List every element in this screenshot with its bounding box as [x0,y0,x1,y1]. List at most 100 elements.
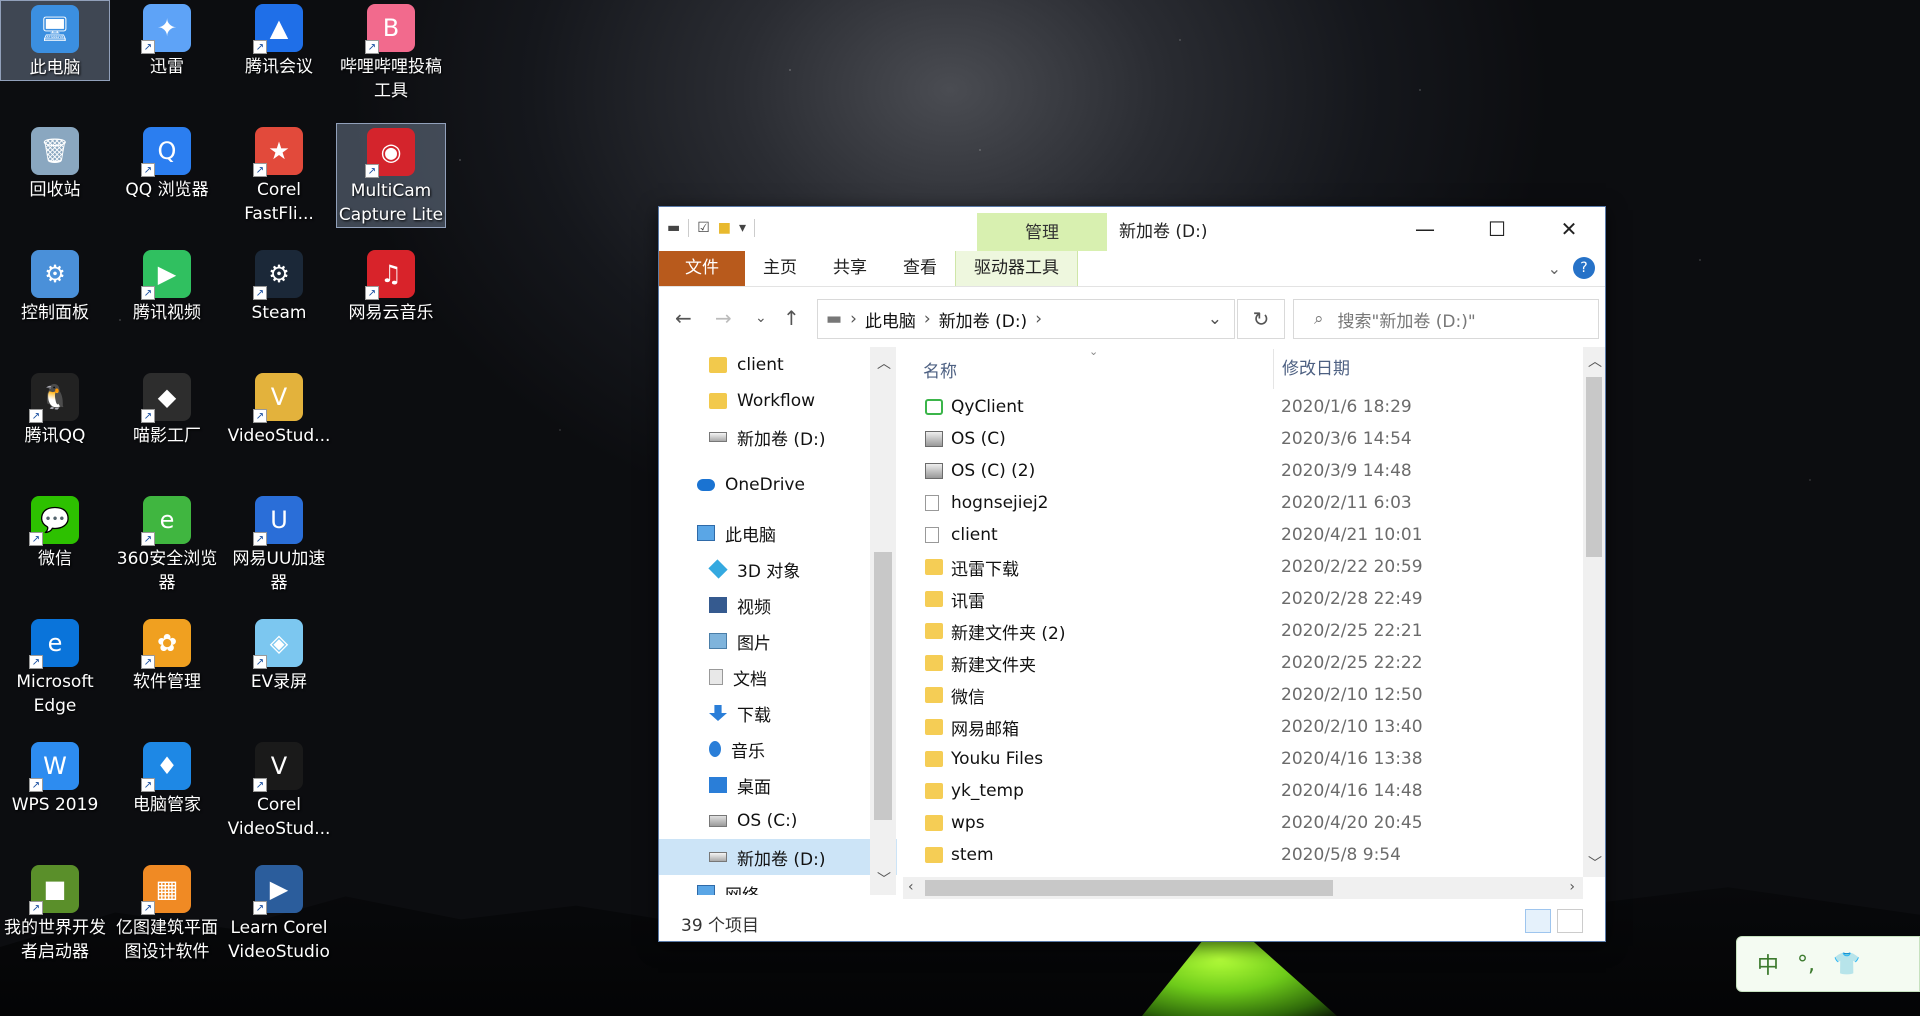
nav-item[interactable]: 新加卷 (D:) [659,839,897,875]
desktop-icon-control-panel[interactable]: ⚙ 控制面板 [0,246,110,325]
expand-ribbon-icon[interactable]: ⌄ [1548,259,1561,278]
desktop-icon-filmora[interactable]: ◆ ↗ 喵影工厂 [112,369,222,448]
tab-home[interactable]: 主页 [745,251,815,286]
nav-item[interactable]: Workflow [659,383,897,419]
ime-language-toggle[interactable]: 中 [1757,948,1779,980]
desktop-icon-corel-videostudio[interactable]: V ↗ Corel VideoStud... [224,738,334,841]
nav-item[interactable]: 图片 [659,623,897,659]
horizontal-scrollbar[interactable]: ‹ › [903,877,1583,899]
nav-item[interactable]: 桌面 [659,767,897,803]
file-row[interactable]: 新建文件夹 2020/2/25 22:22 [903,647,1583,679]
desktop-icon-multicam[interactable]: ◉ ↗ MultiCam Capture Lite [336,123,446,228]
desktop-icon-recycle-bin[interactable]: 🗑 回收站 [0,123,110,202]
file-row[interactable]: QyClient 2020/1/6 18:29 [903,391,1583,423]
nav-item[interactable]: 3D 对象 [659,551,897,587]
close-button[interactable]: ✕ [1533,207,1605,251]
tab-share[interactable]: 共享 [815,251,885,286]
desktop-icon-uu-booster[interactable]: U ↗ 网易UU加速 器 [224,492,334,595]
scrollbar-thumb[interactable] [925,880,1333,896]
ime-toolbar[interactable]: 中 °, 👕 [1736,936,1920,992]
nav-item[interactable]: 下载 [659,695,897,731]
desktop-icon-learn-videostudio[interactable]: ▶ ↗ Learn Corel VideoStudio [224,861,334,964]
properties-icon[interactable]: ☑ [697,220,710,236]
breadcrumb-this-pc[interactable]: 此电脑 [865,307,916,332]
desktop-icon-ev-recorder[interactable]: ◈ ↗ EV录屏 [224,615,334,694]
refresh-icon[interactable]: ↻ [1237,299,1285,339]
file-row[interactable]: yk_temp 2020/4/16 14:48 [903,775,1583,807]
nav-item[interactable]: 网络 [659,875,897,895]
maximize-button[interactable]: ☐ [1461,207,1533,251]
breadcrumb-drive-d[interactable]: 新加卷 (D:) [939,307,1028,332]
desktop-icon-minecraft[interactable]: ■ ↗ 我的世界开发 者启动器 [0,861,110,964]
file-row[interactable]: 微信 2020/2/10 12:50 [903,679,1583,711]
customize-toolbar-icon[interactable]: ▾ [739,220,746,236]
nav-item[interactable]: client [659,347,897,383]
scrollbar-thumb[interactable] [874,552,892,820]
desktop-icon-xunlei[interactable]: ✦ ↗ 迅雷 [112,0,222,79]
nav-item[interactable]: 视频 [659,587,897,623]
nav-item[interactable]: 音乐 [659,731,897,767]
desktop-icon-steam[interactable]: ⚙ ↗ Steam [224,246,334,325]
help-icon[interactable]: ? [1573,257,1595,279]
desktop-icon-bilibili[interactable]: B ↗ 哔哩哔哩投稿 工具 [336,0,446,103]
file-row[interactable]: 讯雷 2020/2/28 22:49 [903,583,1583,615]
new-folder-icon[interactable]: ■ [718,220,731,236]
nav-item[interactable]: 此电脑 [659,515,897,551]
file-list-scrollbar[interactable]: ︿ ﹀ [1583,347,1605,877]
file-row[interactable]: 新建文件夹 (2) 2020/2/25 22:21 [903,615,1583,647]
back-arrow-icon[interactable]: ← [675,306,692,330]
file-row[interactable]: client 2020/4/21 10:01 [903,519,1583,551]
address-dropdown-icon[interactable]: ⌄ [1208,309,1222,329]
file-row[interactable]: wps 2020/4/20 20:45 [903,807,1583,839]
column-date-modified[interactable]: 修改日期 [1273,349,1350,389]
search-box[interactable]: ⌕ 搜索"新加卷 (D:)" [1293,299,1599,339]
desktop-icon-software-manager[interactable]: ✿ ↗ 软件管理 [112,615,222,694]
scroll-up-icon[interactable]: ︿ [1588,351,1602,371]
address-bar[interactable]: ▬ › 此电脑 › 新加卷 (D:) › ⌄ [817,299,1235,339]
nav-item[interactable]: OS (C:) [659,803,897,839]
file-row[interactable]: Youku Files 2020/4/16 13:38 [903,743,1583,775]
title-bar[interactable]: ▬ ☑ ■ ▾ 管理 新加卷 (D:) — ☐ ✕ [659,207,1605,251]
file-row[interactable]: OS (C) 2020/3/6 14:54 [903,423,1583,455]
nav-item[interactable]: 新加卷 (D:) [659,419,897,455]
desktop-icon-qq[interactable]: 🐧 ↗ 腾讯QQ [0,369,110,448]
scroll-up-icon[interactable]: ︿ [877,353,891,373]
ime-skin-icon[interactable]: 👕 [1833,952,1860,977]
desktop-icon-computer[interactable]: 🖥 此电脑 [0,0,110,81]
file-row[interactable]: 网易邮箱 2020/2/10 13:40 [903,711,1583,743]
desktop-icon-qq-browser[interactable]: Q ↗ QQ 浏览器 [112,123,222,202]
column-name[interactable]: 名称 [923,357,957,382]
desktop-icon-videostudio[interactable]: V ↗ VideoStud... [224,369,334,448]
minimize-button[interactable]: — [1389,207,1461,251]
file-row[interactable]: hognsejiej2 2020/2/11 6:03 [903,487,1583,519]
recent-locations-icon[interactable]: ⌄ [755,310,767,326]
tab-drive-tools[interactable]: 驱动器工具 [955,251,1078,286]
desktop-icon-360-browser[interactable]: e ↗ 360安全浏览 器 [112,492,222,595]
desktop-icon-wechat[interactable]: 💬 ↗ 微信 [0,492,110,571]
nav-item[interactable]: 文档 [659,659,897,695]
file-row[interactable]: OS (C) (2) 2020/3/9 14:48 [903,455,1583,487]
manage-context-tab[interactable]: 管理 [977,213,1107,251]
desktop-icon-netease-music[interactable]: ♫ ↗ 网易云音乐 [336,246,446,325]
desktop-icon-tencent-video[interactable]: ▶ ↗ 腾讯视频 [112,246,222,325]
navigation-scrollbar[interactable]: ︿ ﹀ [870,347,896,895]
file-row[interactable]: stem 2020/5/8 9:54 [903,839,1583,871]
desktop-icon-tencent-meeting[interactable]: ▲ ↗ 腾讯会议 [224,0,334,79]
scroll-down-icon[interactable]: ﹀ [1588,853,1602,873]
scroll-left-icon[interactable]: ‹ [908,879,914,895]
scrollbar-thumb[interactable] [1586,377,1602,557]
scroll-right-icon[interactable]: › [1569,879,1575,895]
desktop-icon-corel-fastflick[interactable]: ★ ↗ Corel FastFli... [224,123,334,226]
forward-arrow-icon[interactable]: → [715,306,732,330]
up-arrow-icon[interactable]: ↑ [783,306,800,330]
tab-file[interactable]: 文件 [659,251,745,286]
ime-punctuation-toggle[interactable]: °, [1797,952,1815,977]
tab-view[interactable]: 查看 [885,251,955,286]
desktop-icon-edraw[interactable]: ▦ ↗ 亿图建筑平面 图设计软件 [112,861,222,964]
details-view-icon[interactable] [1525,909,1551,933]
desktop-icon-pc-manager[interactable]: ♦ ↗ 电脑管家 [112,738,222,817]
desktop-icon-edge[interactable]: e ↗ Microsoft Edge [0,615,110,718]
desktop-icon-wps[interactable]: W ↗ WPS 2019 [0,738,110,817]
scroll-down-icon[interactable]: ﹀ [877,869,891,889]
file-row[interactable]: 迅雷下载 2020/2/22 20:59 [903,551,1583,583]
